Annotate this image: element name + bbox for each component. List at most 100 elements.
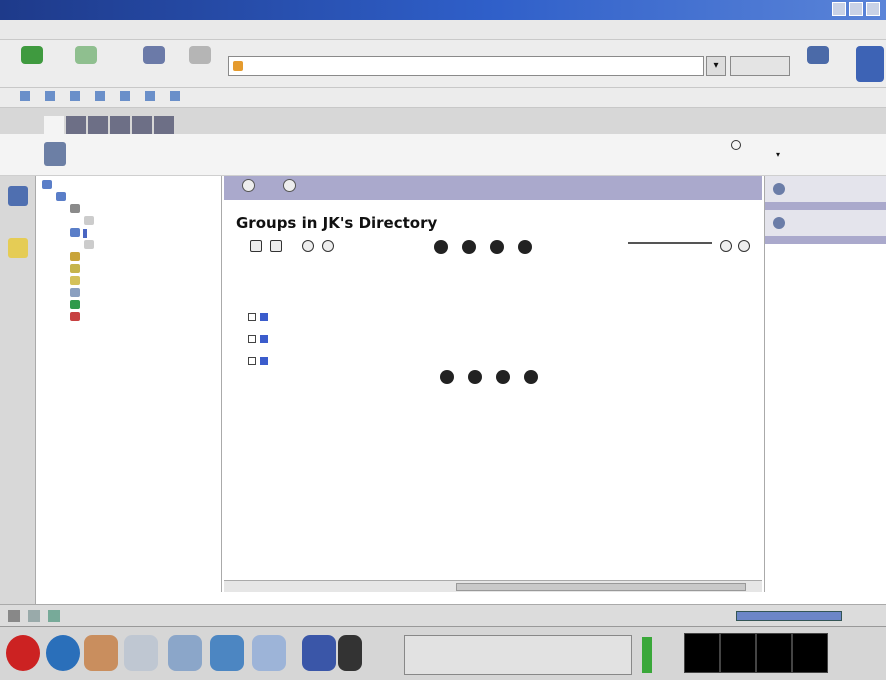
horizontal-scrollbar[interactable] <box>224 580 762 592</box>
redhat-menu-icon[interactable] <box>6 635 40 671</box>
row-checkbox[interactable] <box>248 313 256 321</box>
prev-page-icon[interactable] <box>462 240 476 254</box>
toolbar-action-1[interactable] <box>283 176 300 200</box>
forward-button[interactable] <box>66 46 106 84</box>
browser-launcher-icon[interactable] <box>46 635 80 671</box>
tree-node-icon <box>84 240 94 249</box>
select-all-icon[interactable] <box>250 240 262 252</box>
column-header-category[interactable] <box>398 284 494 306</box>
bookmark-2[interactable] <box>70 88 83 107</box>
last-page-icon[interactable] <box>524 370 538 384</box>
tree-item[interactable] <box>36 204 221 216</box>
bookmark-home[interactable] <box>20 88 33 107</box>
directory-icon[interactable] <box>8 186 28 206</box>
next-page-icon[interactable] <box>496 370 510 384</box>
back-button[interactable] <box>12 46 52 84</box>
mail-launcher-icon[interactable] <box>84 635 118 671</box>
bookmark-4[interactable] <box>120 88 133 107</box>
tab-1[interactable] <box>66 116 86 134</box>
row-name-link[interactable] <box>268 306 398 328</box>
tree-node-icon <box>56 192 66 201</box>
chevron-down-icon[interactable]: ▾ <box>776 150 780 159</box>
minimize-icon[interactable] <box>832 2 846 16</box>
maximize-icon[interactable] <box>849 2 863 16</box>
right-panel-section-1-header[interactable] <box>765 176 886 202</box>
first-page-icon[interactable] <box>434 240 448 254</box>
add-icon[interactable] <box>302 240 314 252</box>
folder-icon[interactable] <box>8 238 28 258</box>
tree-item[interactable] <box>36 240 221 252</box>
workspace-3[interactable] <box>756 633 792 673</box>
table-row[interactable] <box>248 328 738 350</box>
tree-item[interactable] <box>36 276 221 288</box>
print-button[interactable] <box>798 46 838 84</box>
print-manager-icon[interactable] <box>252 635 286 671</box>
table-row[interactable] <box>248 350 738 372</box>
column-header-name[interactable] <box>268 284 398 306</box>
tree-item[interactable] <box>36 312 221 324</box>
scrollbar-thumb[interactable] <box>456 583 746 591</box>
forward-arrow-icon <box>75 46 97 64</box>
calc-launcher-icon[interactable] <box>210 635 244 671</box>
remove-icon[interactable] <box>322 240 334 252</box>
row-name-link[interactable] <box>268 328 398 350</box>
select-none-icon[interactable] <box>270 240 282 252</box>
tab-5[interactable] <box>154 116 174 134</box>
last-page-icon[interactable] <box>518 240 532 254</box>
zoom-out-icon[interactable] <box>738 240 750 252</box>
battery-icon <box>642 637 652 673</box>
prev-page-icon[interactable] <box>468 370 482 384</box>
right-panel-section-1 <box>765 202 886 210</box>
row-checkbox[interactable] <box>248 335 256 343</box>
tab-0[interactable] <box>44 116 64 134</box>
tree-item[interactable] <box>36 216 221 228</box>
refresh-button[interactable] <box>716 140 756 150</box>
tree-item[interactable] <box>36 180 221 192</box>
page-size-slider[interactable] <box>628 242 712 244</box>
tab-2[interactable] <box>88 116 108 134</box>
tree-node-icon <box>70 276 80 285</box>
impress-launcher-icon[interactable] <box>168 635 202 671</box>
writer-launcher-icon[interactable] <box>124 635 158 671</box>
row-name-link[interactable] <box>268 350 398 372</box>
row-description-link[interactable] <box>494 306 738 328</box>
right-panel-section-2-header[interactable] <box>765 210 886 236</box>
close-icon[interactable] <box>866 2 880 16</box>
row-description-link[interactable] <box>494 350 738 372</box>
workspace-4[interactable] <box>792 633 828 673</box>
url-input[interactable] <box>228 56 704 76</box>
tree-item[interactable] <box>36 228 221 240</box>
row-category-link[interactable] <box>398 350 494 372</box>
row-category-link[interactable] <box>398 306 494 328</box>
tree-item-label <box>83 229 87 238</box>
tree-item[interactable] <box>36 300 221 312</box>
row-description-link[interactable] <box>494 328 738 350</box>
column-header-description[interactable] <box>494 284 738 306</box>
first-page-icon[interactable] <box>440 370 454 384</box>
tree-item[interactable] <box>36 264 221 276</box>
bookmark-5[interactable] <box>145 88 158 107</box>
row-checkbox[interactable] <box>248 357 256 365</box>
workspace-2[interactable] <box>720 633 756 673</box>
search-button[interactable] <box>730 56 790 76</box>
taskbar-window-button[interactable] <box>404 635 632 675</box>
tree-item[interactable] <box>36 288 221 300</box>
tab-4[interactable] <box>132 116 152 134</box>
stop-button[interactable] <box>180 46 220 84</box>
table-row[interactable] <box>248 306 738 328</box>
tab-3[interactable] <box>110 116 130 134</box>
workspace-icon[interactable] <box>338 635 362 671</box>
toolbar-action-0[interactable] <box>242 176 259 200</box>
workspace-1[interactable] <box>684 633 720 673</box>
next-page-icon[interactable] <box>490 240 504 254</box>
reload-button[interactable] <box>134 46 174 84</box>
url-dropdown-button[interactable]: ▾ <box>706 56 726 76</box>
bookmark-1[interactable] <box>45 88 58 107</box>
tree-item[interactable] <box>36 192 221 204</box>
zoom-in-icon[interactable] <box>720 240 732 252</box>
terminal-icon[interactable] <box>302 635 336 671</box>
bookmark-6[interactable] <box>170 88 183 107</box>
tree-item[interactable] <box>36 252 221 264</box>
row-category-link[interactable] <box>398 328 494 350</box>
bookmark-3[interactable] <box>95 88 108 107</box>
